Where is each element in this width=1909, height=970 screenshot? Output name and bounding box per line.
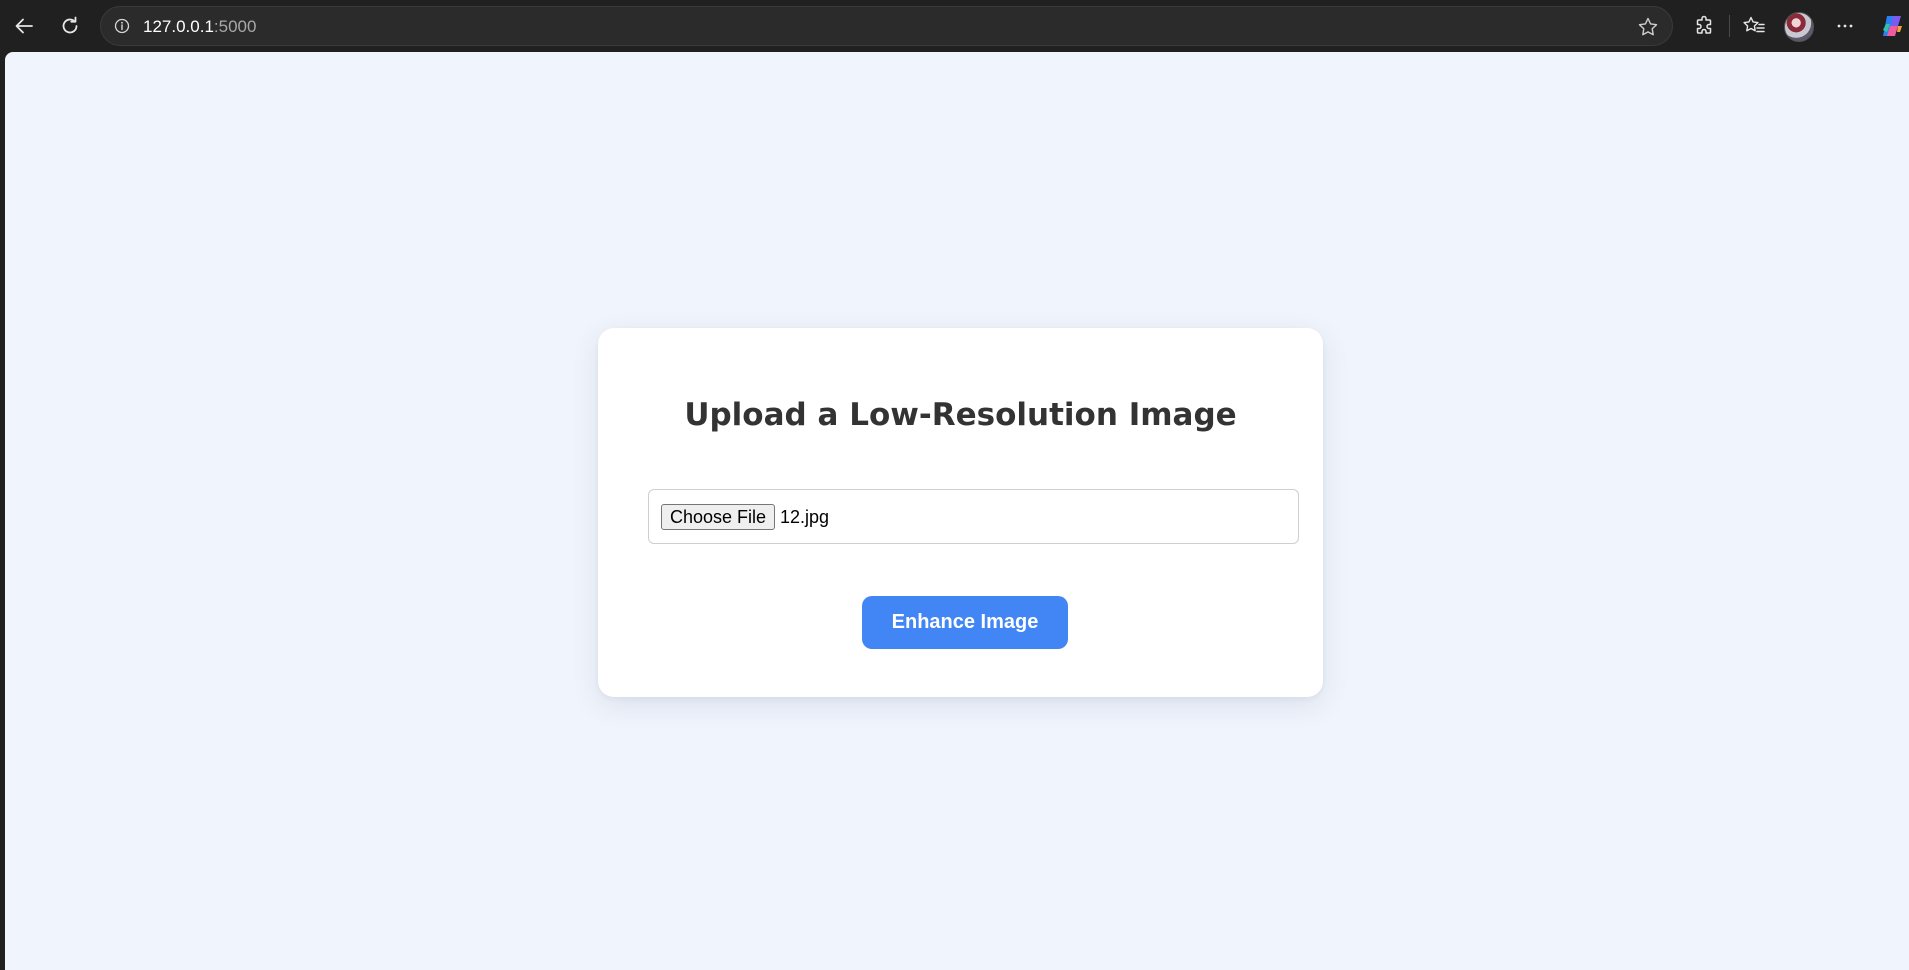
upload-card: Upload a Low-Resolution Image Choose Fil…: [598, 328, 1323, 697]
avatar[interactable]: [1784, 12, 1814, 42]
enhance-image-button[interactable]: Enhance Image: [862, 596, 1068, 649]
back-arrow-icon: [13, 15, 35, 37]
url-port: :5000: [213, 17, 257, 36]
extensions-button[interactable]: [1687, 9, 1721, 43]
star-icon[interactable]: [1636, 15, 1660, 39]
page-viewport: Upload a Low-Resolution Image Choose Fil…: [5, 52, 1909, 970]
url-text[interactable]: 127.0.0.1:5000: [143, 17, 256, 37]
favorites-button[interactable]: [1737, 9, 1771, 43]
file-input[interactable]: Choose File 12.jpg: [648, 489, 1299, 544]
url-host: 127.0.0.1: [143, 17, 214, 36]
browser-toolbar: 127.0.0.1:5000: [0, 0, 1909, 52]
back-button[interactable]: [7, 9, 41, 43]
info-icon[interactable]: [113, 17, 131, 35]
favorites-icon: [1742, 15, 1766, 37]
selected-file-name: 12.jpg: [780, 507, 830, 527]
extensions-icon: [1693, 15, 1715, 37]
toolbar-divider: [1729, 15, 1730, 37]
more-icon: [1834, 15, 1856, 37]
copilot-icon[interactable]: [1878, 12, 1906, 40]
reload-icon: [59, 15, 81, 37]
choose-file-button[interactable]: Choose File: [661, 504, 776, 530]
more-button[interactable]: [1828, 9, 1862, 43]
address-bar[interactable]: 127.0.0.1:5000: [100, 6, 1673, 46]
reload-button[interactable]: [53, 9, 87, 43]
page-title: Upload a Low-Resolution Image: [684, 397, 1237, 433]
